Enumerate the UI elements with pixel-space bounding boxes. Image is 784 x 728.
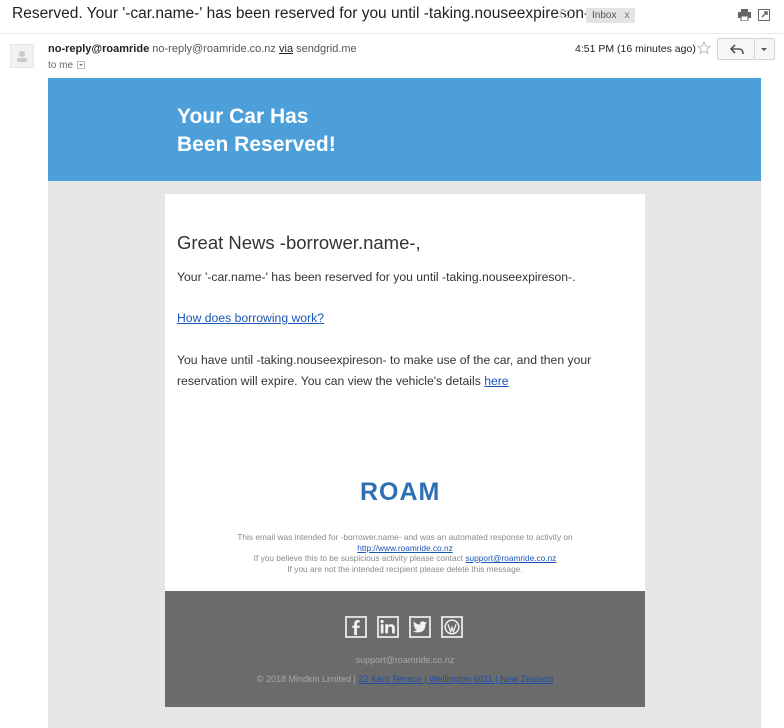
remove-label-button[interactable]: x <box>624 10 629 21</box>
support-email-link[interactable]: support@roamride.co.nz <box>465 553 556 563</box>
social-links <box>345 616 465 642</box>
label-icon[interactable] <box>560 10 570 18</box>
subject-row: Reserved. Your '-car.name-' has been res… <box>0 0 784 30</box>
wordpress-icon[interactable] <box>441 616 463 638</box>
twitter-icon[interactable] <box>409 616 431 638</box>
expiry-text: You have until -taking.nouseexpireson- t… <box>177 350 637 392</box>
header-divider <box>0 33 784 34</box>
print-icon[interactable] <box>738 9 751 21</box>
avatar[interactable] <box>10 44 34 68</box>
hero-title-line2: Been Reserved! <box>177 133 336 156</box>
facebook-icon[interactable] <box>345 616 367 638</box>
reply-icon <box>730 44 744 55</box>
hero-banner: Your Car Has Been Reserved! <box>48 78 761 181</box>
star-icon[interactable] <box>697 41 711 55</box>
recipient-details-dropdown[interactable] <box>77 61 86 70</box>
expiry-text-body: You have until -taking.nouseexpireson- t… <box>177 353 592 388</box>
inbox-label[interactable]: Inbox x <box>586 8 636 23</box>
sender-name[interactable]: no-reply@roamride <box>48 43 149 55</box>
hero-title-line1: Your Car Has <box>177 105 309 128</box>
footnote-line3: If you are not the intended recipient pl… <box>287 563 523 574</box>
email-body: Your Car Has Been Reserved! Great News -… <box>48 78 761 728</box>
vehicle-details-link[interactable]: here <box>484 374 508 388</box>
footer-copyright: © 2018 Mindkin Limited | 22 Kent Terrace… <box>165 674 645 684</box>
email-subject: Reserved. Your '-car.name-' has been res… <box>12 5 594 22</box>
via-link[interactable]: via <box>279 43 293 55</box>
linkedin-icon[interactable] <box>377 616 399 638</box>
inbox-label-text: Inbox <box>592 10 617 21</box>
address-link[interactable]: 22 Kent Terrace | Wellington 6011 | New … <box>358 674 553 684</box>
email-footer: support@roamride.co.nz © 2018 Mindkin Li… <box>165 591 645 707</box>
message-card: Great News -borrower.name-, Your '-car.n… <box>165 194 645 591</box>
footnote-line1: This email was intended for -borrower.na… <box>237 532 573 542</box>
hero-title: Your Car Has Been Reserved! <box>177 103 437 159</box>
how-borrowing-works-link[interactable]: How does borrowing work? <box>177 311 324 325</box>
footnote-line2: If you believe this to be suspicious act… <box>253 553 464 563</box>
sender-line: no-reply@roamride no-reply@roamride.co.n… <box>48 43 357 55</box>
roam-logo[interactable]: ROAM <box>360 478 440 507</box>
recipient-line: to me <box>48 60 86 71</box>
more-options-button[interactable] <box>755 38 775 60</box>
footer-support-email[interactable]: support@roamride.co.nz <box>165 655 645 665</box>
copyright-text: © 2018 Mindkin Limited | <box>256 674 356 684</box>
reservation-text: Your '-car.name-' has been reserved for … <box>177 270 576 284</box>
recipient-text: to me <box>48 60 74 71</box>
via-domain: sendgrid.me <box>296 43 357 55</box>
reply-button[interactable] <box>717 38 755 60</box>
roam-logo-text: ROAM <box>360 478 441 506</box>
sender-email: no-reply@roamride.co.nz <box>152 43 276 55</box>
greeting: Great News -borrower.name-, <box>177 232 421 253</box>
website-link[interactable]: http://www.roamride.co.nz <box>357 543 452 553</box>
new-window-icon[interactable] <box>758 9 770 21</box>
timestamp: 4:51 PM (16 minutes ago) <box>575 43 696 55</box>
footnote: This email was intended for -borrower.na… <box>165 532 645 574</box>
